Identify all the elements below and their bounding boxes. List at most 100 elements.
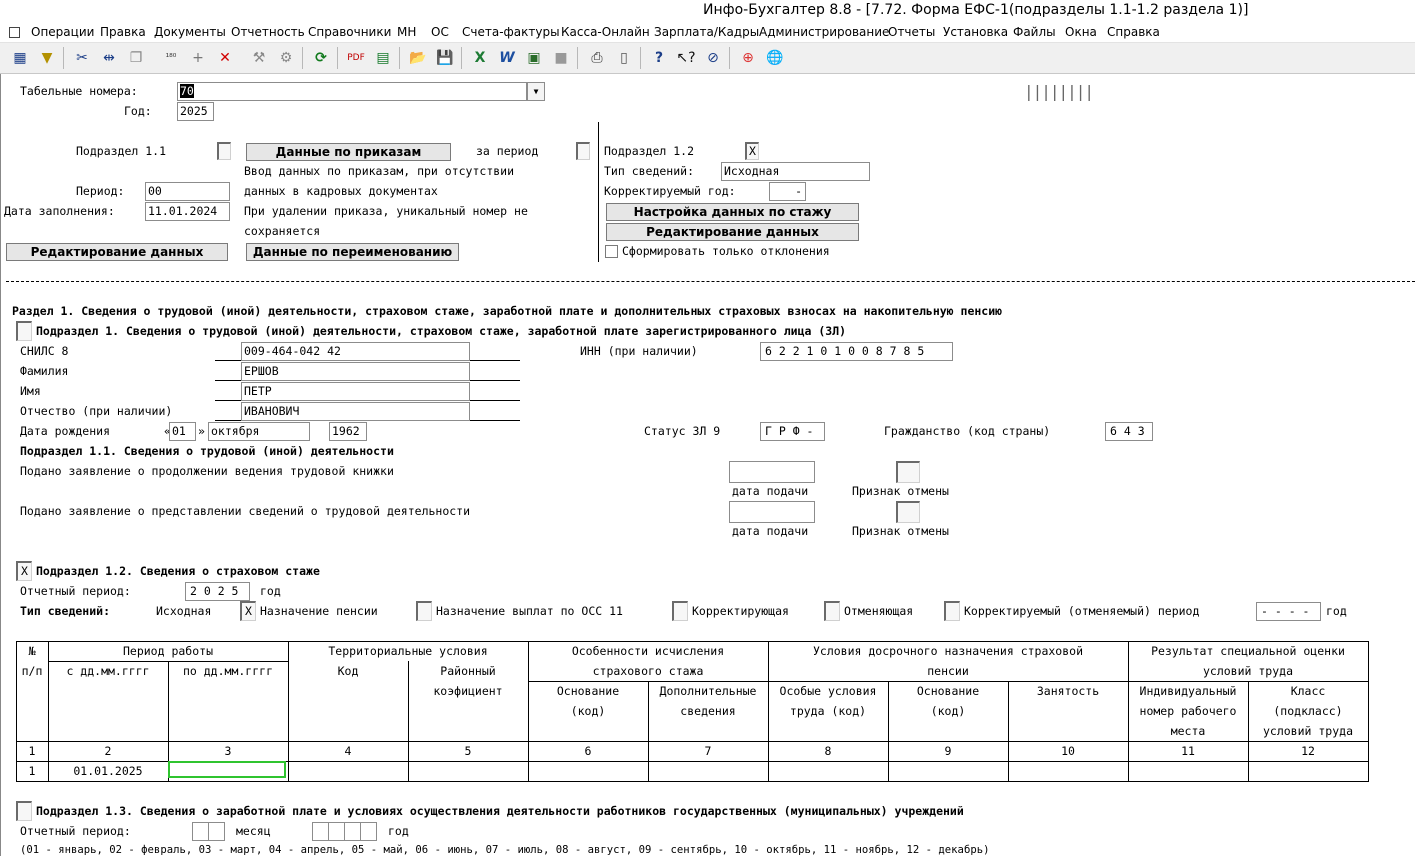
menu-documents[interactable]: Документы: [154, 25, 226, 39]
menu-reports[interactable]: Отчеты: [888, 25, 935, 39]
menu-mn[interactable]: МН: [397, 25, 416, 39]
sub1-3-title: Подраздел 1.3. Сведения о заработной пла…: [36, 804, 964, 818]
orders-hint-3: При удалении приказа, уникальный номер н…: [244, 204, 528, 218]
filter-icon[interactable]: ▼: [37, 48, 57, 68]
patronymic-field[interactable]: ИВАНОВИЧ: [241, 402, 470, 421]
number-icon[interactable]: ¹⁸⁰: [161, 48, 181, 68]
refresh-icon[interactable]: ⟳: [311, 48, 331, 68]
row-to-cell-active[interactable]: [168, 761, 286, 778]
sub12-checkbox[interactable]: X: [745, 142, 759, 160]
sub1-3-year-field[interactable]: [312, 822, 377, 841]
sub1-2-checkbox[interactable]: X: [16, 561, 32, 581]
birth-day-field[interactable]: 01: [169, 422, 196, 441]
hammer-icon[interactable]: ⚒: [249, 48, 269, 68]
copy-icon[interactable]: ❐: [126, 48, 146, 68]
menu-os[interactable]: ОС: [431, 25, 449, 39]
tab-numbers-dropdown-button[interactable]: ▼: [527, 82, 545, 101]
export-icon[interactable]: ▣: [524, 48, 544, 68]
menu-settings[interactable]: Установка: [943, 25, 1008, 39]
sub11-checkbox[interactable]: [217, 142, 231, 160]
save-icon[interactable]: 💾: [435, 48, 455, 68]
edit-data-button-left[interactable]: Редактирование данных: [6, 243, 228, 261]
th-result-2: условий труда: [1202, 664, 1293, 678]
preview-icon[interactable]: ▯: [614, 48, 634, 68]
status-field[interactable]: Г Р Ф -: [760, 422, 825, 441]
menu-help[interactable]: Справка: [1107, 25, 1160, 39]
sub1-3-month-field[interactable]: [192, 822, 225, 841]
help-icon[interactable]: ?: [649, 48, 669, 68]
sub1-checkbox[interactable]: [16, 321, 32, 341]
pension-checkbox[interactable]: X: [240, 601, 256, 621]
period-field[interactable]: 00: [145, 182, 230, 201]
tab-numbers-combo[interactable]: 70: [177, 82, 527, 101]
deviations-label: Сформировать только отклонения: [622, 244, 830, 258]
menu-online-register[interactable]: Касса-Онлайн: [561, 25, 650, 39]
sub1-2-period-field[interactable]: 2 0 2 5: [185, 582, 250, 601]
pdf-icon[interactable]: PDF: [346, 48, 366, 68]
cell-divider: [208, 823, 209, 840]
seniority-settings-button[interactable]: Настройка данных по стажу: [606, 203, 859, 221]
menu-administration[interactable]: Администрирование: [759, 25, 889, 39]
menu-references[interactable]: Справочники: [308, 25, 391, 39]
sub1-1-row2-cancel-checkbox[interactable]: [896, 501, 920, 523]
context-help-icon[interactable]: ↖?: [676, 48, 696, 68]
split-icon[interactable]: ⇹: [99, 48, 119, 68]
corr-period-checkbox[interactable]: [944, 601, 960, 621]
year-field[interactable]: 2025: [177, 102, 214, 121]
compass-icon[interactable]: ⊘: [703, 48, 723, 68]
col-number: 10: [1061, 744, 1075, 758]
corr-period-field[interactable]: - - - -: [1256, 602, 1321, 621]
sub1-1-row1-cancel-checkbox[interactable]: [896, 461, 920, 483]
citizenship-field[interactable]: 6 4 3: [1105, 422, 1153, 441]
corr-year-field[interactable]: -: [769, 182, 806, 201]
name-field[interactable]: ПЕТР: [241, 382, 470, 401]
tools-icon[interactable]: ⚙: [276, 48, 296, 68]
sub1-3-month-word: месяц: [236, 824, 271, 838]
print-icon[interactable]: ⎙: [587, 48, 607, 68]
word-icon[interactable]: W: [497, 48, 517, 68]
excel-icon[interactable]: X: [470, 48, 490, 68]
open-folder-icon[interactable]: 📂: [408, 48, 428, 68]
menu-invoices[interactable]: Счета-фактуры: [462, 25, 560, 39]
menu-operations[interactable]: Операции: [31, 25, 94, 39]
cut-icon[interactable]: ✂: [72, 48, 92, 68]
globe-icon[interactable]: 🌐: [765, 48, 785, 68]
cancelling-checkbox[interactable]: [824, 601, 840, 621]
menu-windows[interactable]: Окна: [1065, 25, 1097, 39]
info-type-field[interactable]: Исходная: [721, 162, 870, 181]
gray-icon[interactable]: ■: [551, 48, 571, 68]
corr-year-label: Корректируемый год:: [604, 184, 736, 198]
section1-title: Раздел 1. Сведения о трудовой (иной) дея…: [12, 304, 1003, 318]
th-coef-2: коэфициент: [433, 684, 503, 698]
delete-icon[interactable]: ✕: [215, 48, 235, 68]
birth-month-field[interactable]: октября: [208, 422, 310, 441]
system-menu-icon[interactable]: [9, 27, 20, 38]
lifebuoy-icon[interactable]: ⊕: [738, 48, 758, 68]
edit-data-button-right[interactable]: Редактирование данных: [606, 223, 859, 241]
rename-data-button[interactable]: Данные по переименованию: [246, 243, 459, 261]
birth-year-field[interactable]: 1962: [329, 422, 367, 441]
surname-field[interactable]: ЕРШОВ: [241, 362, 470, 381]
corrective-checkbox[interactable]: [672, 601, 688, 621]
deviations-checkbox[interactable]: [605, 245, 618, 258]
calculator-icon[interactable]: ▤: [373, 48, 393, 68]
sub1-2-info-type-value: Исходная: [156, 604, 212, 618]
menu-files[interactable]: Файлы: [1013, 25, 1056, 39]
fill-date-field[interactable]: 11.01.2024: [145, 202, 230, 221]
add-icon[interactable]: +: [188, 48, 208, 68]
sub1-1-row1-date-field[interactable]: [729, 461, 815, 483]
snils-field[interactable]: 009-464-042 42: [241, 342, 470, 361]
toolbar-separator: [577, 47, 578, 69]
sub1-3-checkbox[interactable]: [16, 801, 32, 821]
sub1-1-row2-date-label: дата подачи: [732, 524, 809, 538]
row-from-cell[interactable]: 01.01.2025: [48, 764, 168, 778]
orders-data-button[interactable]: Данные по приказам: [246, 143, 451, 161]
menu-reporting[interactable]: Отчетность: [231, 25, 305, 39]
oss-checkbox[interactable]: [416, 601, 432, 621]
for-period-checkbox[interactable]: [576, 142, 590, 160]
grid-icon[interactable]: ▦: [10, 48, 30, 68]
menu-edit[interactable]: Правка: [100, 25, 146, 39]
inn-field[interactable]: 6 2 2 1 0 1 0 0 8 7 8 5: [760, 342, 953, 361]
sub1-1-row2-date-field[interactable]: [729, 501, 815, 523]
menu-salary[interactable]: Зарплата/Кадры: [654, 25, 759, 39]
